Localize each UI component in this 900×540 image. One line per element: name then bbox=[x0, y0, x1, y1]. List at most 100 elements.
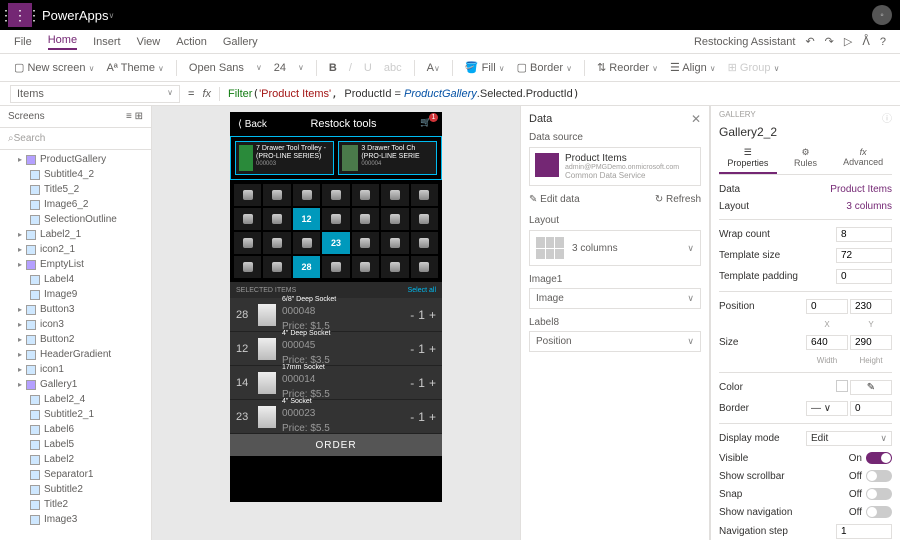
newscreen-button[interactable]: ▢ New screen ∨ bbox=[14, 61, 94, 74]
list-item[interactable]: 124" Deep Socket000045Price: $3.5- 1 + bbox=[230, 332, 442, 366]
snap-toggle[interactable] bbox=[866, 488, 892, 500]
plus-button[interactable]: + bbox=[429, 308, 436, 322]
displaymode-select[interactable]: Edit ∨ bbox=[806, 431, 892, 446]
socket-cell[interactable] bbox=[322, 208, 349, 230]
product-card[interactable]: 3 Drawer Tool Ch (PRO-LINE SERIE000004 bbox=[338, 141, 437, 175]
tab-advanced[interactable]: fxAdvanced bbox=[834, 143, 892, 174]
tab-rules[interactable]: ⚙Rules bbox=[777, 143, 835, 174]
layout-link[interactable]: 3 columns bbox=[846, 201, 892, 212]
list-item[interactable]: 1417mm Socket000014Price: $5.5- 1 + bbox=[230, 366, 442, 400]
undo-icon[interactable]: ↶ bbox=[805, 35, 814, 48]
theme-button[interactable]: Aª Theme ∨ bbox=[106, 62, 163, 74]
plus-button[interactable]: + bbox=[429, 410, 436, 424]
tree-node[interactable]: ▸ icon2_1 bbox=[0, 242, 151, 257]
tree-node[interactable]: SelectionOutline bbox=[0, 212, 151, 227]
socket-cell[interactable]: 12 bbox=[293, 208, 320, 230]
fill-button[interactable]: 🪣 Fill ∨ bbox=[465, 61, 505, 74]
tree-node[interactable]: Subtitle2_1 bbox=[0, 407, 151, 422]
close-icon[interactable]: ✕ bbox=[691, 112, 701, 126]
strike-button[interactable]: abc bbox=[384, 62, 402, 74]
minus-button[interactable]: - bbox=[410, 308, 414, 322]
socket-cell[interactable] bbox=[381, 256, 408, 278]
tree-node[interactable]: ▸ ProductGallery bbox=[0, 152, 151, 167]
product-gallery[interactable]: 7 Drawer Tool Trolley - (PRO-LINE SERIES… bbox=[230, 136, 442, 180]
template-padding-input[interactable] bbox=[836, 269, 892, 284]
socket-cell[interactable] bbox=[263, 232, 290, 254]
menu-gallery[interactable]: Gallery bbox=[223, 36, 258, 48]
field-select[interactable]: Position∨ bbox=[529, 331, 701, 352]
pos-y-input[interactable] bbox=[850, 299, 892, 314]
plus-button[interactable]: + bbox=[429, 342, 436, 356]
refresh-link[interactable]: ↻ Refresh bbox=[655, 194, 701, 205]
socket-cell[interactable] bbox=[293, 232, 320, 254]
tree-node[interactable]: ▸ icon1 bbox=[0, 362, 151, 377]
select-all-link[interactable]: Select all bbox=[408, 287, 436, 294]
tree-node[interactable]: Label4 bbox=[0, 272, 151, 287]
tree-node[interactable]: ▸ Gallery1 bbox=[0, 377, 151, 392]
tree-node[interactable]: Label2 bbox=[0, 452, 151, 467]
tree-node[interactable]: Subtitle4_2 bbox=[0, 167, 151, 182]
plus-button[interactable]: + bbox=[429, 376, 436, 390]
visible-toggle[interactable] bbox=[866, 452, 892, 464]
scrollbar-toggle[interactable] bbox=[866, 470, 892, 482]
socket-cell[interactable]: 28 bbox=[293, 256, 320, 278]
datasource-card[interactable]: Product Items admin@PMGDemo.onmicrosoft.… bbox=[529, 147, 701, 186]
tree-node[interactable]: Image9 bbox=[0, 287, 151, 302]
waffle-icon[interactable]: ⋮⋮⋮ bbox=[8, 3, 32, 27]
tree-node[interactable]: Title2 bbox=[0, 497, 151, 512]
socket-cell[interactable] bbox=[352, 232, 379, 254]
tree-node[interactable]: ▸ Label2_1 bbox=[0, 227, 151, 242]
reorder-button[interactable]: ⇅ Reorder ∨ bbox=[597, 61, 658, 74]
tree-node[interactable]: ▸ Button3 bbox=[0, 302, 151, 317]
socket-cell[interactable] bbox=[352, 208, 379, 230]
socket-cell[interactable] bbox=[293, 184, 320, 206]
tree-node[interactable]: ▸ Button2 bbox=[0, 332, 151, 347]
socket-cell[interactable] bbox=[263, 184, 290, 206]
menu-insert[interactable]: Insert bbox=[93, 36, 121, 48]
width-input[interactable] bbox=[806, 335, 848, 350]
share-icon[interactable]: ᐰ bbox=[862, 35, 870, 48]
border-style-select[interactable]: — ∨ bbox=[806, 401, 848, 416]
socket-cell[interactable] bbox=[352, 256, 379, 278]
tree-node[interactable]: Image6_2 bbox=[0, 197, 151, 212]
font-select[interactable]: Open Sans bbox=[189, 62, 244, 74]
app-dropdown-icon[interactable]: ∨ bbox=[108, 11, 114, 20]
list-item[interactable]: 234" Socket000023Price: $5.5- 1 + bbox=[230, 400, 442, 434]
group-button[interactable]: ⊞ Group ∨ bbox=[728, 61, 780, 74]
formula-input[interactable]: Filter('Product Items', ProductId = Prod… bbox=[228, 87, 579, 100]
tree-node[interactable]: ▸ EmptyList bbox=[0, 257, 151, 272]
fontsize-select[interactable]: 24 bbox=[274, 62, 286, 74]
play-icon[interactable]: ▷ bbox=[844, 35, 852, 48]
socket-cell[interactable] bbox=[411, 208, 438, 230]
tree-node[interactable]: Label6 bbox=[0, 422, 151, 437]
canvas[interactable]: ⟨ Back Restock tools 🛒 7 Drawer Tool Tro… bbox=[152, 106, 520, 540]
socket-cell[interactable] bbox=[381, 232, 408, 254]
color-swatch[interactable] bbox=[836, 380, 848, 392]
property-select[interactable]: Items ∨ bbox=[10, 85, 180, 103]
tree-node[interactable]: Label2_4 bbox=[0, 392, 151, 407]
socket-cell[interactable] bbox=[234, 208, 261, 230]
border-width-input[interactable] bbox=[850, 401, 892, 416]
socket-grid[interactable]: 122328 bbox=[230, 180, 442, 282]
navigation-toggle[interactable] bbox=[866, 506, 892, 518]
socket-cell[interactable] bbox=[411, 184, 438, 206]
pos-x-input[interactable] bbox=[806, 299, 848, 314]
tree-node[interactable]: ▸ HeaderGradient bbox=[0, 347, 151, 362]
align-button[interactable]: ☰ Align ∨ bbox=[670, 61, 716, 74]
tree-node[interactable]: Separator1 bbox=[0, 467, 151, 482]
socket-cell[interactable] bbox=[411, 256, 438, 278]
tree-view-icons[interactable]: ≡ ⊞ bbox=[126, 111, 143, 122]
socket-cell[interactable] bbox=[352, 184, 379, 206]
fontcolor-button[interactable]: A∨ bbox=[427, 62, 440, 74]
height-input[interactable] bbox=[850, 335, 892, 350]
underline-button[interactable]: U bbox=[364, 62, 372, 74]
tree-node[interactable]: Title5_2 bbox=[0, 182, 151, 197]
tree-node[interactable]: ▸ icon3 bbox=[0, 317, 151, 332]
socket-cell[interactable] bbox=[411, 232, 438, 254]
minus-button[interactable]: - bbox=[410, 342, 414, 356]
bold-button[interactable]: B bbox=[329, 62, 337, 74]
tree-search[interactable]: ⌕ Search bbox=[0, 128, 151, 150]
tab-properties[interactable]: ☰Properties bbox=[719, 143, 777, 174]
socket-cell[interactable] bbox=[381, 208, 408, 230]
menu-view[interactable]: View bbox=[137, 36, 161, 48]
